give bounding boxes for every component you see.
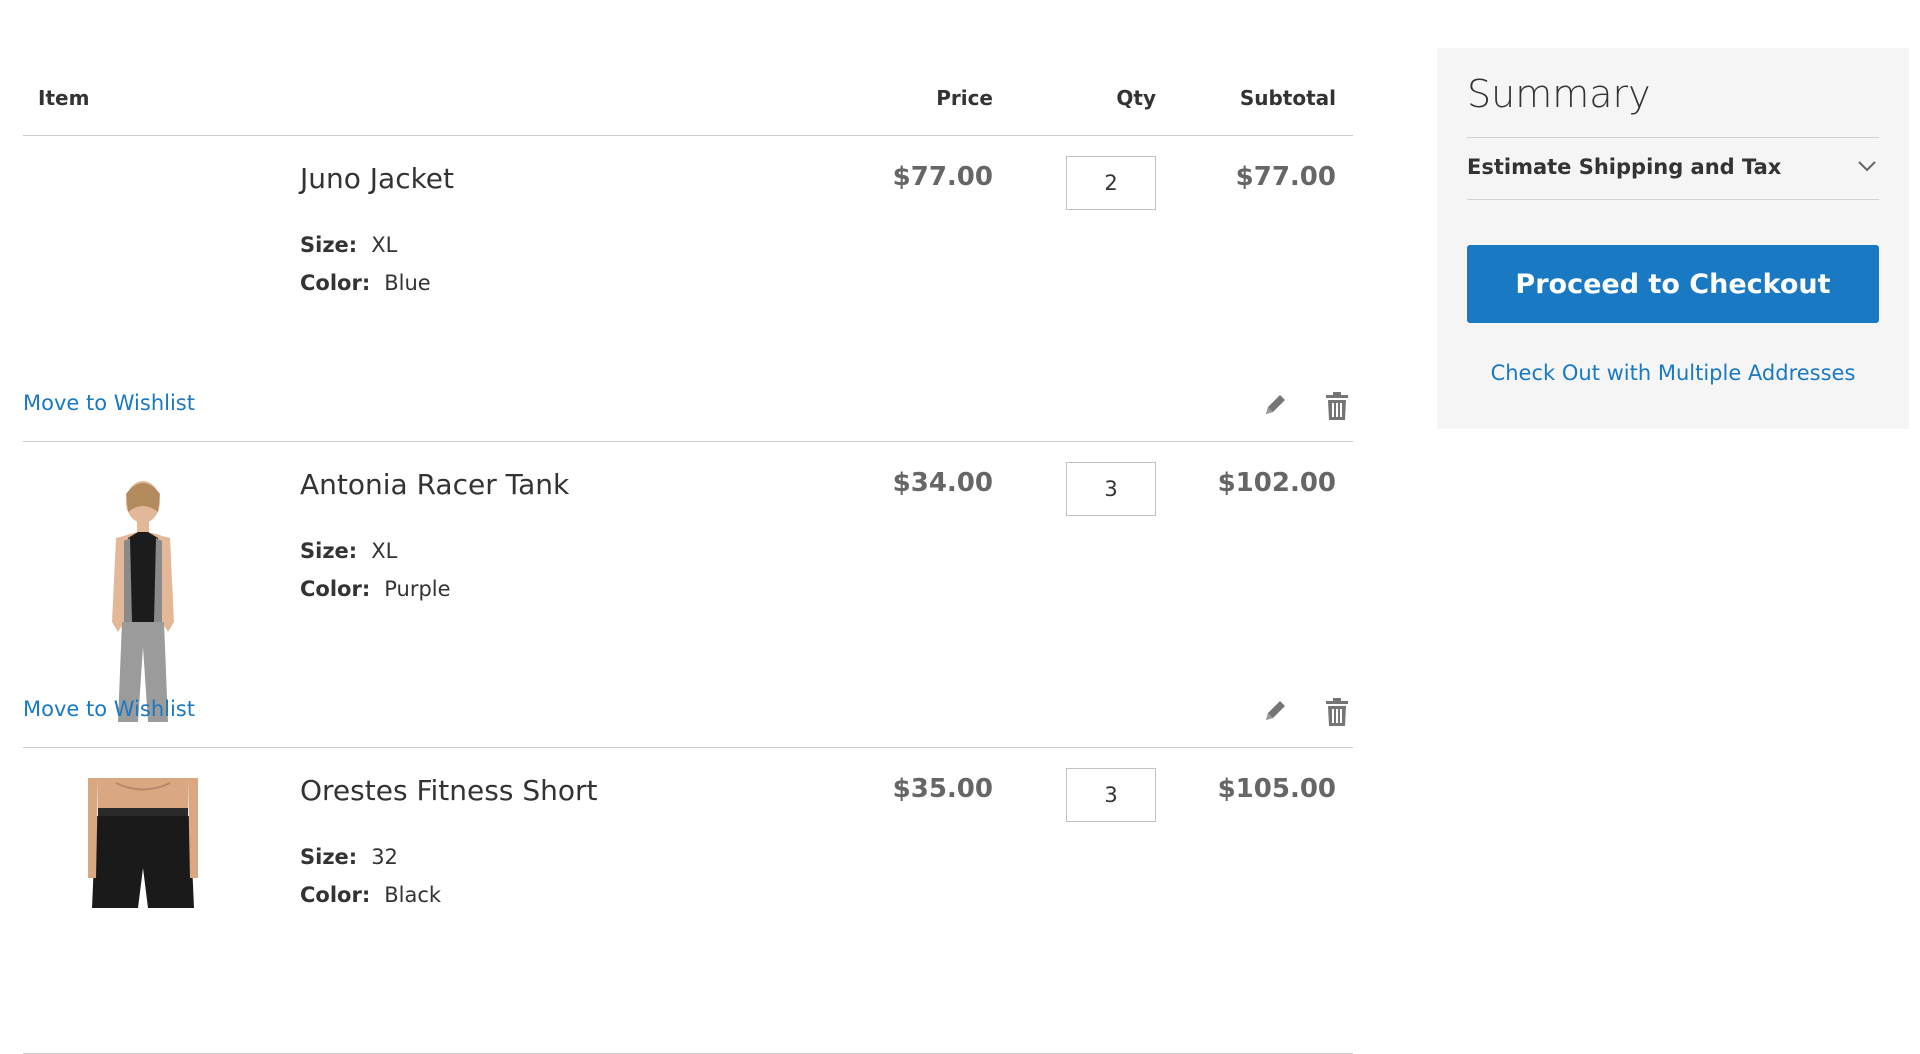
item-price: $35.00 bbox=[892, 774, 993, 804]
item-subtotal: $77.00 bbox=[1235, 162, 1336, 192]
column-header-subtotal: Subtotal bbox=[1239, 86, 1336, 110]
item-actions: Move to Wishlist bbox=[23, 697, 1353, 737]
qty-input[interactable] bbox=[1066, 768, 1156, 822]
option-label: Size: bbox=[300, 845, 358, 869]
move-to-wishlist-link[interactable]: Move to Wishlist bbox=[23, 391, 195, 415]
checkout-multiple-addresses-link[interactable]: Check Out with Multiple Addresses bbox=[1467, 361, 1879, 385]
pencil-icon[interactable] bbox=[1261, 391, 1289, 419]
option-label: Color: bbox=[300, 883, 371, 907]
cart-item-row: Antonia Racer Tank Size: XL Color: Purple … bbox=[23, 442, 1353, 748]
estimate-shipping-toggle[interactable]: Estimate Shipping and Tax bbox=[1467, 138, 1879, 200]
option-label: Color: bbox=[300, 271, 371, 295]
chevron-down-icon[interactable] bbox=[1857, 158, 1877, 172]
item-option-color: Color: Blue bbox=[300, 271, 431, 295]
option-value: Blue bbox=[384, 271, 431, 295]
trash-icon[interactable] bbox=[1323, 697, 1351, 727]
estimate-shipping-label: Estimate Shipping and Tax bbox=[1467, 155, 1782, 179]
item-price: $34.00 bbox=[892, 468, 993, 498]
product-image-placeholder[interactable] bbox=[88, 166, 198, 416]
option-value: XL bbox=[371, 233, 398, 257]
option-value: 32 bbox=[371, 845, 398, 869]
option-value: XL bbox=[371, 539, 398, 563]
trash-icon[interactable] bbox=[1323, 391, 1351, 421]
product-name-link[interactable]: Orestes Fitness Short bbox=[300, 774, 597, 807]
pencil-icon[interactable] bbox=[1261, 697, 1289, 725]
item-option-color: Color: Black bbox=[300, 883, 441, 907]
cart-table: Item Price Qty Subtotal Juno Jacket Size… bbox=[23, 48, 1353, 1054]
cart-item-row: Orestes Fitness Short Size: 32 Color: Blac… bbox=[23, 748, 1353, 1054]
qty-input[interactable] bbox=[1066, 462, 1156, 516]
product-name-link[interactable]: Antonia Racer Tank bbox=[300, 468, 569, 501]
item-price: $77.00 bbox=[892, 162, 993, 192]
option-label: Size: bbox=[300, 233, 358, 257]
column-header-item: Item bbox=[38, 86, 90, 110]
qty-input[interactable] bbox=[1066, 156, 1156, 210]
option-value: Purple bbox=[384, 577, 451, 601]
item-option-color: Color: Purple bbox=[300, 577, 451, 601]
item-option-size: Size: XL bbox=[300, 539, 397, 563]
cart-table-header: Item Price Qty Subtotal bbox=[23, 48, 1353, 136]
item-option-size: Size: 32 bbox=[300, 845, 398, 869]
product-name-link[interactable]: Juno Jacket bbox=[300, 162, 454, 195]
option-value: Black bbox=[384, 883, 442, 907]
item-actions: Move to Wishlist bbox=[23, 391, 1353, 431]
summary-title: Summary bbox=[1467, 48, 1879, 138]
proceed-to-checkout-button[interactable]: Proceed to Checkout bbox=[1467, 245, 1879, 323]
cart-item-row: Juno Jacket Size: XL Color: Blue $77.00 $7… bbox=[23, 136, 1353, 442]
item-subtotal: $105.00 bbox=[1217, 774, 1336, 804]
product-image[interactable] bbox=[88, 778, 198, 1028]
product-image[interactable] bbox=[88, 472, 198, 722]
column-header-qty: Qty bbox=[1116, 86, 1156, 110]
item-option-size: Size: XL bbox=[300, 233, 397, 257]
move-to-wishlist-link[interactable]: Move to Wishlist bbox=[23, 697, 195, 721]
item-subtotal: $102.00 bbox=[1217, 468, 1336, 498]
option-label: Color: bbox=[300, 577, 371, 601]
option-label: Size: bbox=[300, 539, 358, 563]
cart-summary: Summary Estimate Shipping and Tax Procee… bbox=[1437, 48, 1909, 429]
column-header-price: Price bbox=[936, 86, 993, 110]
